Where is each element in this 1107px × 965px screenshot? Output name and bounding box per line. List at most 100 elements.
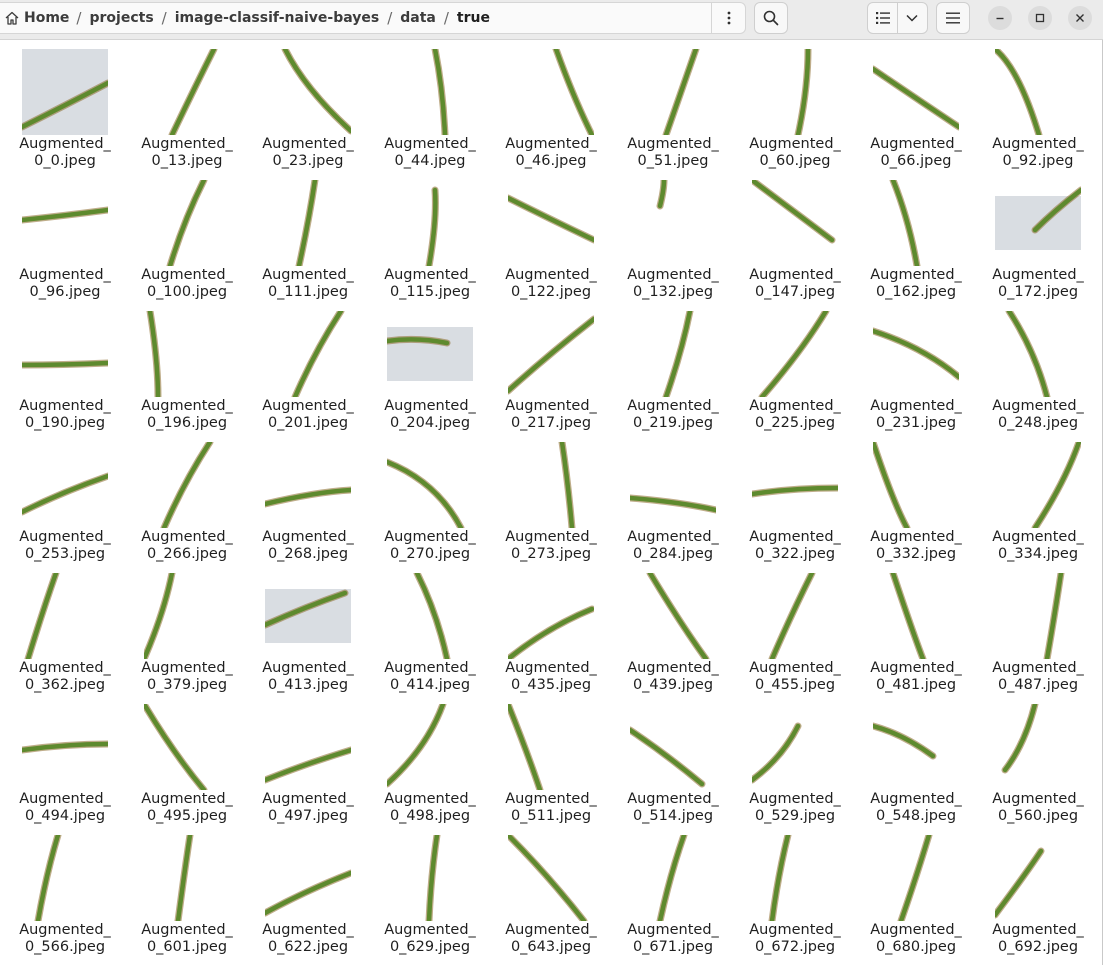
minimize-button[interactable] [988,6,1012,30]
file-item[interactable]: Augmented_ 0_529.jpeg [734,702,856,833]
image-thumbnail [144,311,230,397]
file-item[interactable]: Augmented_ 0_435.jpeg [490,571,612,702]
breadcrumb-true[interactable]: true [450,10,497,26]
file-item[interactable]: Augmented_ 0_414.jpeg [369,571,491,702]
file-name-line-1: Augmented_ [262,922,354,938]
view-options-dropdown[interactable] [898,3,927,33]
file-item[interactable]: Augmented_ 0_51.jpeg [612,47,734,178]
file-item[interactable]: Augmented_ 0_643.jpeg [490,833,612,964]
file-item[interactable]: Augmented_ 0_201.jpeg [247,309,369,440]
file-item[interactable]: Augmented_ 0_122.jpeg [490,178,612,309]
file-name: Augmented_ 0_23.jpeg [247,136,369,170]
file-item[interactable]: Augmented_ 0_46.jpeg [490,47,612,178]
file-name: Augmented_ 0_680.jpeg [855,922,977,956]
file-item[interactable]: Augmented_ 0_439.jpeg [612,571,734,702]
file-name: Augmented_ 0_162.jpeg [855,267,977,301]
file-name: Augmented_ 0_132.jpeg [612,267,734,301]
close-button[interactable] [1068,6,1092,30]
file-item[interactable]: Augmented_ 0_511.jpeg [490,702,612,833]
file-name-line-2: 0_201.jpeg [267,415,349,431]
list-view-button[interactable] [868,3,897,33]
file-item[interactable]: Augmented_ 0_672.jpeg [734,833,856,964]
file-item[interactable]: Augmented_ 0_692.jpeg [977,833,1099,964]
breadcrumb-home[interactable]: Home [4,10,75,26]
breadcrumb-data[interactable]: data [393,10,443,26]
maximize-button[interactable] [1028,6,1052,30]
file-item[interactable]: Augmented_ 0_455.jpeg [734,571,856,702]
file-item[interactable]: Augmented_ 0_172.jpeg [977,178,1099,309]
file-item[interactable]: Augmented_ 0_96.jpeg [4,178,126,309]
file-item[interactable]: Augmented_ 0_147.jpeg [734,178,856,309]
file-item[interactable]: Augmented_ 0_266.jpeg [126,440,248,571]
file-item[interactable]: Augmented_ 0_268.jpeg [247,440,369,571]
file-name-line-2: 0_217.jpeg [510,415,592,431]
file-item[interactable]: Augmented_ 0_219.jpeg [612,309,734,440]
file-item[interactable]: Augmented_ 0_132.jpeg [612,178,734,309]
image-thumbnail [752,442,838,528]
file-item[interactable]: Augmented_ 0_497.jpeg [247,702,369,833]
file-item[interactable]: Augmented_ 0_601.jpeg [126,833,248,964]
image-thumbnail [144,704,230,790]
file-item[interactable]: Augmented_ 0_362.jpeg [4,571,126,702]
file-item[interactable]: Augmented_ 0_162.jpeg [855,178,977,309]
file-item[interactable]: Augmented_ 0_248.jpeg [977,309,1099,440]
file-item[interactable]: Augmented_ 0_494.jpeg [4,702,126,833]
file-item[interactable]: Augmented_ 0_379.jpeg [126,571,248,702]
file-name-line-1: Augmented_ [505,136,597,152]
main-menu-button[interactable] [936,2,970,34]
file-item[interactable]: Augmented_ 0_100.jpeg [126,178,248,309]
file-item[interactable]: Augmented_ 0_273.jpeg [490,440,612,571]
file-item[interactable]: Augmented_ 0_115.jpeg [369,178,491,309]
file-item[interactable]: Augmented_ 0_680.jpeg [855,833,977,964]
file-name: Augmented_ 0_511.jpeg [490,791,612,825]
file-item[interactable]: Augmented_ 0_334.jpeg [977,440,1099,571]
image-thumbnail [873,49,959,135]
file-item[interactable]: Augmented_ 0_622.jpeg [247,833,369,964]
file-item[interactable]: Augmented_ 0_487.jpeg [977,571,1099,702]
file-name-line-1: Augmented_ [384,660,476,676]
file-item[interactable]: Augmented_ 0_322.jpeg [734,440,856,571]
file-item[interactable]: Augmented_ 0_190.jpeg [4,309,126,440]
file-name-line-2: 0_548.jpeg [875,808,957,824]
file-item[interactable]: Augmented_ 0_498.jpeg [369,702,491,833]
file-item[interactable]: Augmented_ 0_92.jpeg [977,47,1099,178]
file-name: Augmented_ 0_231.jpeg [855,398,977,432]
file-item[interactable]: Augmented_ 0_413.jpeg [247,571,369,702]
file-item[interactable]: Augmented_ 0_481.jpeg [855,571,977,702]
file-item[interactable]: Augmented_ 0_13.jpeg [126,47,248,178]
file-item[interactable]: Augmented_ 0_629.jpeg [369,833,491,964]
file-item[interactable]: Augmented_ 0_111.jpeg [247,178,369,309]
image-thumbnail [508,49,594,135]
file-item[interactable]: Augmented_ 0_495.jpeg [126,702,248,833]
file-item[interactable]: Augmented_ 0_566.jpeg [4,833,126,964]
file-item[interactable]: Augmented_ 0_196.jpeg [126,309,248,440]
breadcrumb-projects[interactable]: projects [82,10,160,26]
file-item[interactable]: Augmented_ 0_44.jpeg [369,47,491,178]
file-item[interactable]: Augmented_ 0_270.jpeg [369,440,491,571]
file-item[interactable]: Augmented_ 0_231.jpeg [855,309,977,440]
search-button[interactable] [754,2,788,34]
file-name-line-2: 0_332.jpeg [875,546,957,562]
file-item[interactable]: Augmented_ 0_225.jpeg [734,309,856,440]
file-item[interactable]: Augmented_ 0_332.jpeg [855,440,977,571]
file-name-line-1: Augmented_ [505,660,597,676]
file-item[interactable]: Augmented_ 0_253.jpeg [4,440,126,571]
file-name: Augmented_ 0_514.jpeg [612,791,734,825]
file-item[interactable]: Augmented_ 0_60.jpeg [734,47,856,178]
file-item[interactable]: Augmented_ 0_217.jpeg [490,309,612,440]
file-item[interactable]: Augmented_ 0_548.jpeg [855,702,977,833]
image-thumbnail [265,573,351,659]
file-item[interactable]: Augmented_ 0_0.jpeg [4,47,126,178]
file-item[interactable]: Augmented_ 0_23.jpeg [247,47,369,178]
file-item[interactable]: Augmented_ 0_284.jpeg [612,440,734,571]
file-item[interactable]: Augmented_ 0_66.jpeg [855,47,977,178]
file-name-line-2: 0_497.jpeg [267,808,349,824]
file-item[interactable]: Augmented_ 0_560.jpeg [977,702,1099,833]
breadcrumb-image-classif-naive-bayes[interactable]: image-classif-naive-bayes [168,10,386,26]
path-menu-button[interactable] [711,3,745,33]
file-item[interactable]: Augmented_ 0_204.jpeg [369,309,491,440]
file-item[interactable]: Augmented_ 0_514.jpeg [612,702,734,833]
file-item[interactable]: Augmented_ 0_671.jpeg [612,833,734,964]
file-name-line-1: Augmented_ [992,791,1084,807]
close-icon [1076,14,1084,22]
